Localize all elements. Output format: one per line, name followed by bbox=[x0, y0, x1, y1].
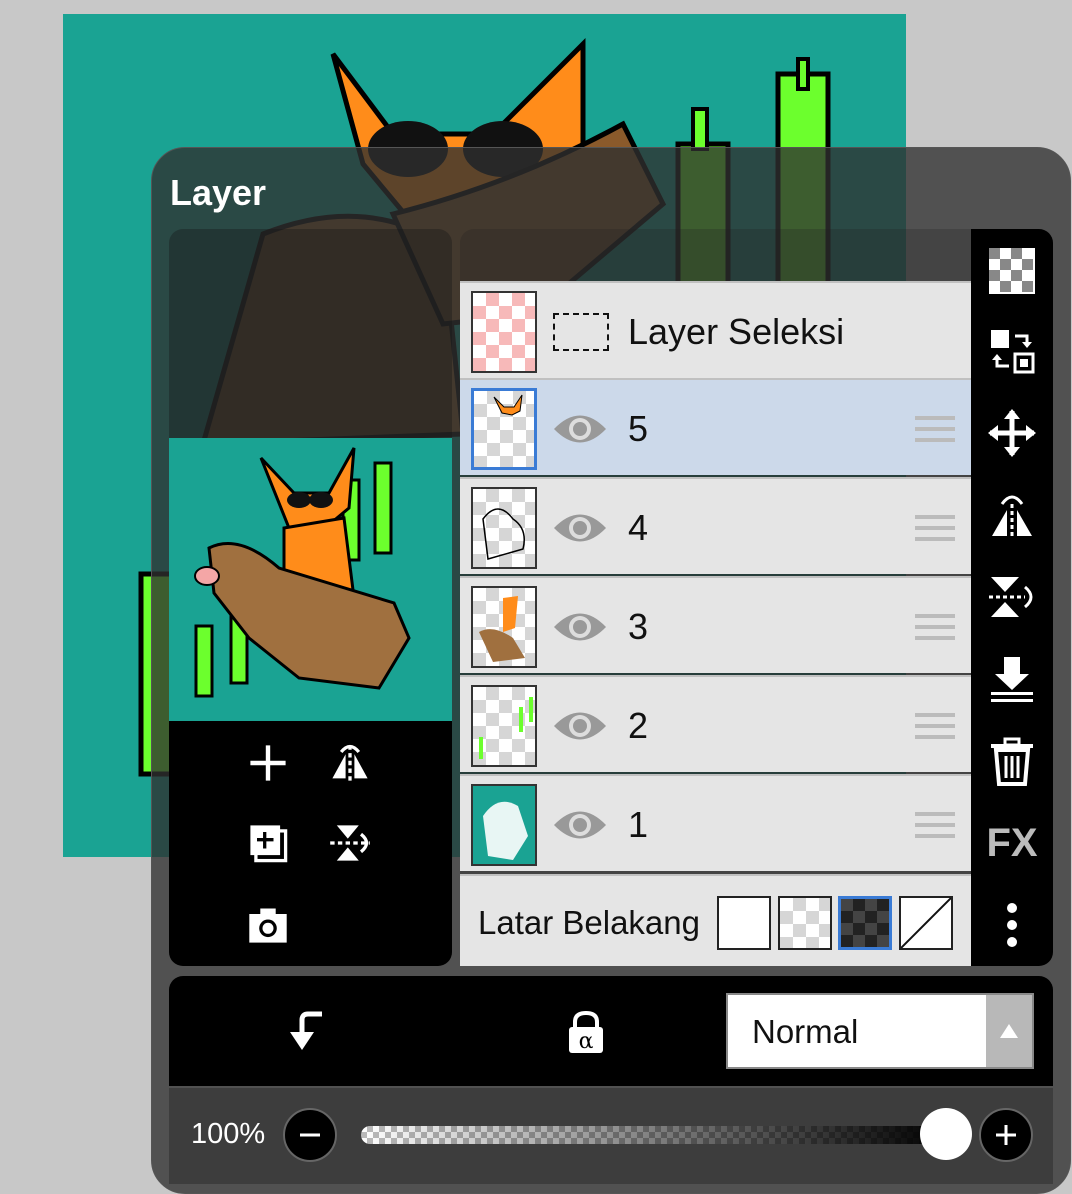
svg-text:α: α bbox=[579, 1029, 594, 1054]
app-screen: Layer Layer Seleksi 5 4 3 2 1 Latar Bela… bbox=[0, 0, 1072, 1194]
layer-thumbnail bbox=[471, 487, 537, 569]
visibility-eye-icon[interactable] bbox=[552, 707, 608, 745]
layer-tools-sidebar: FX bbox=[971, 229, 1053, 966]
duplicate-layer-icon[interactable] bbox=[240, 815, 296, 871]
layer-name: 5 bbox=[628, 408, 649, 449]
background-row: Latar Belakang bbox=[460, 874, 971, 966]
panel-title: Layer bbox=[170, 172, 267, 213]
opacity-slider-track[interactable] bbox=[361, 1126, 947, 1144]
layer-thumbnail bbox=[471, 388, 537, 470]
more-icon[interactable] bbox=[982, 895, 1042, 955]
visibility-eye-icon[interactable] bbox=[552, 410, 608, 448]
preview-toolbar bbox=[169, 721, 452, 966]
flip-vertical-icon[interactable] bbox=[982, 567, 1042, 627]
drag-handle-icon[interactable] bbox=[915, 614, 955, 640]
background-checker-light-swatch[interactable] bbox=[778, 896, 832, 950]
opacity-value: 100% bbox=[191, 1118, 266, 1150]
add-layer-icon[interactable] bbox=[240, 735, 296, 791]
visibility-eye-icon[interactable] bbox=[552, 608, 608, 646]
swap-icon[interactable] bbox=[982, 321, 1042, 381]
layer-row-4[interactable]: 4 bbox=[460, 477, 971, 574]
flip-horizontal-icon[interactable] bbox=[982, 485, 1042, 545]
fx-icon[interactable]: FX bbox=[982, 813, 1042, 873]
opacity-slider-knob[interactable] bbox=[920, 1108, 972, 1160]
dropdown-arrow-icon[interactable] bbox=[986, 995, 1032, 1067]
layer-row-selection[interactable]: Layer Seleksi bbox=[460, 281, 971, 378]
blend-mode-value: Normal bbox=[752, 1013, 859, 1050]
layer-name: 4 bbox=[628, 507, 649, 548]
flip-horizontal-icon[interactable] bbox=[322, 735, 378, 791]
layer-thumbnail bbox=[471, 685, 537, 767]
background-label: Latar Belakang bbox=[478, 904, 700, 941]
blend-mode-select[interactable]: Normal bbox=[726, 993, 1034, 1069]
layer-name: 2 bbox=[628, 705, 649, 746]
layer-preview-thumbnail bbox=[169, 438, 452, 721]
layer-thumbnail bbox=[471, 291, 537, 373]
layer-name: 1 bbox=[628, 804, 649, 845]
transparency-icon[interactable] bbox=[982, 241, 1042, 301]
drag-handle-icon[interactable] bbox=[915, 515, 955, 541]
opacity-control: 100% bbox=[169, 1088, 1053, 1184]
clipping-icon[interactable] bbox=[280, 1002, 336, 1058]
layer-thumbnail bbox=[471, 784, 537, 866]
drag-handle-icon[interactable] bbox=[915, 416, 955, 442]
visibility-eye-icon[interactable] bbox=[552, 806, 608, 844]
opacity-increase-button[interactable] bbox=[979, 1108, 1033, 1162]
camera-icon[interactable] bbox=[240, 897, 296, 953]
alpha-lock-icon[interactable]: α bbox=[558, 1004, 614, 1060]
background-none-swatch[interactable] bbox=[899, 896, 953, 950]
layer-row-1[interactable]: 1 bbox=[460, 774, 971, 871]
layer-name: Layer Seleksi bbox=[628, 311, 845, 352]
drag-handle-icon[interactable] bbox=[915, 713, 955, 739]
selection-marquee-icon bbox=[553, 313, 609, 351]
merge-down-icon[interactable] bbox=[982, 649, 1042, 709]
delete-icon[interactable] bbox=[982, 731, 1042, 791]
layer-row-5[interactable]: 5 bbox=[460, 378, 971, 475]
opacity-decrease-button[interactable] bbox=[283, 1108, 337, 1162]
layer-name: 3 bbox=[628, 606, 649, 647]
background-white-swatch[interactable] bbox=[717, 896, 771, 950]
layer-thumbnail bbox=[471, 586, 537, 668]
drag-handle-icon[interactable] bbox=[915, 812, 955, 838]
visibility-eye-icon[interactable] bbox=[552, 509, 608, 547]
move-icon[interactable] bbox=[982, 403, 1042, 463]
flip-vertical-icon[interactable] bbox=[322, 815, 378, 871]
background-checker-dark-swatch[interactable] bbox=[838, 896, 892, 950]
layer-row-2[interactable]: 2 bbox=[460, 675, 971, 772]
layer-row-3[interactable]: 3 bbox=[460, 576, 971, 673]
